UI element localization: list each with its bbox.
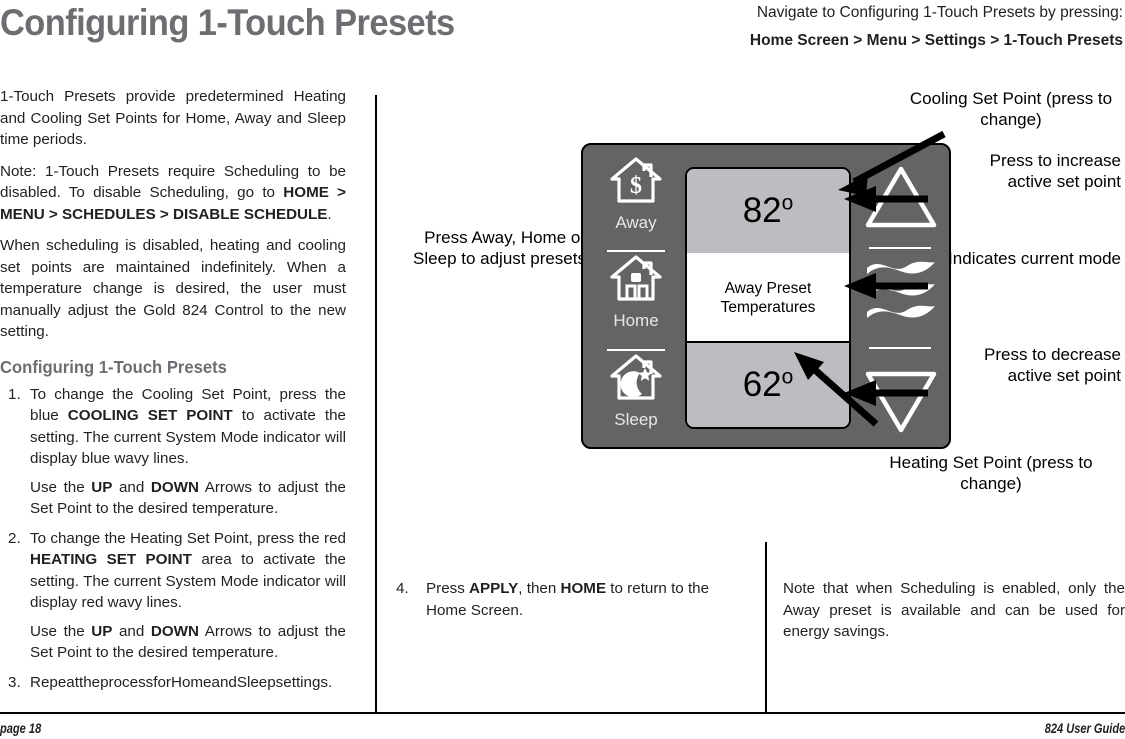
- step-number: 2.: [8, 529, 21, 547]
- thermostat-figure: Press Away, Home or Sleep to adjust pres…: [376, 62, 1125, 542]
- step-text-a: To change the Heating Set Point, press t…: [30, 529, 346, 547]
- footer-divider: [0, 712, 1125, 715]
- callout-increase-set-point: Press to increase active set point: [989, 151, 1121, 191]
- step4-b: , then: [518, 580, 561, 597]
- preset-label-away: Away: [615, 213, 657, 232]
- page-title: Configuring 1-Touch Presets: [0, 2, 455, 43]
- substep-a: Use the: [30, 478, 92, 496]
- degree-symbol: o: [781, 365, 794, 389]
- preset-button-sleep[interactable]: Sleep: [591, 352, 681, 429]
- heating-temp-number: 62: [742, 365, 782, 404]
- display-label-text: Away Preset Temperatures: [721, 279, 816, 317]
- section-heading: Configuring 1-Touch Presets: [0, 356, 227, 377]
- footer-page-number: page 18: [0, 721, 42, 736]
- degree-symbol: o: [781, 191, 794, 215]
- page-root: Configuring 1-Touch Presets Navigate to …: [0, 0, 1125, 739]
- step-substep: Use the UP and DOWN Arrows to adjust the…: [30, 621, 346, 664]
- preset-divider: [607, 349, 665, 351]
- list-item: 2. To change the Heating Set Point, pres…: [0, 528, 346, 664]
- preset-label-home: Home: [613, 311, 659, 330]
- callout-current-mode: Indicates current mode: [948, 249, 1121, 268]
- cooling-set-point-value: 82o: [743, 191, 794, 231]
- step-number: 3.: [8, 673, 21, 691]
- callout-heating-set-point: Heating Set Point (press to change): [889, 453, 1093, 493]
- display-label-line1: Away Preset: [724, 280, 812, 297]
- substep-bold-down: DOWN: [150, 622, 199, 640]
- step4-bold-apply: APPLY: [469, 580, 519, 597]
- note-suffix: .: [327, 205, 332, 223]
- callout-cooling-set-point: Cooling Set Point (press to change): [909, 89, 1113, 129]
- callout-press-preset: Press Away, Home or Sleep to adjust pres…: [413, 228, 586, 268]
- substep-bold-up: UP: [91, 478, 113, 496]
- heating-set-point-panel[interactable]: 62o: [687, 341, 849, 427]
- step-substep: Use the UP and DOWN Arrows to adjust the…: [30, 477, 346, 520]
- callout-decrease-set-point: Press to decrease active set point: [983, 345, 1121, 385]
- house-dollar-icon: $: [610, 157, 662, 203]
- triangle-down-icon[interactable]: [859, 354, 943, 444]
- navigation-breadcrumb: Home Screen > Menu > Settings > 1-Touch …: [749, 32, 1123, 49]
- steps-list: 1. To change the Cooling Set Point, pres…: [0, 384, 346, 694]
- list-item: 3. RepeattheprocessforHomeandSleepsettin…: [0, 672, 346, 694]
- scheduling-paragraph: When scheduling is disabled, heating and…: [0, 237, 346, 340]
- display-label-line2: Temperatures: [720, 299, 816, 316]
- thermostat-device: $ Away Home Sleep 82o Away Preset Temper…: [581, 143, 951, 449]
- page-header: Configuring 1-Touch Presets Navigate to …: [0, 0, 1125, 62]
- step-4-text: Press APPLY, then HOME to return to the …: [426, 578, 736, 621]
- preset-divider: [607, 250, 665, 252]
- preset-rail: $ Away Home Sleep: [591, 149, 681, 445]
- preset-button-home[interactable]: Home: [591, 253, 681, 330]
- cooling-set-point-panel[interactable]: 82o: [687, 169, 849, 255]
- svg-text:$: $: [630, 173, 642, 199]
- step-text: RepeattheprocessforHomeandSleepsettings.: [30, 673, 333, 691]
- step-number: 1.: [8, 385, 21, 403]
- list-item: 1. To change the Cooling Set Point, pres…: [0, 384, 346, 520]
- substep-b: and: [112, 478, 151, 496]
- cooling-temp-number: 82: [742, 191, 782, 230]
- substep-bold-down: DOWN: [150, 478, 199, 496]
- footer-guide-title: 824 User Guide: [1044, 721, 1125, 736]
- column-divider-bottom: [765, 542, 767, 712]
- house-icon: [610, 255, 662, 301]
- house-moon-star-icon: [610, 354, 662, 400]
- navigation-hint: Navigate to Configuring 1-Touch Presets …: [756, 4, 1123, 21]
- intro-paragraph: 1-Touch Presets provide predetermined He…: [0, 88, 346, 148]
- wavy-lines-icon: [867, 261, 935, 318]
- display-label: Away Preset Temperatures: [687, 253, 849, 343]
- note-paragraph: Note: 1-Touch Presets require Scheduling…: [0, 161, 346, 226]
- heating-set-point-value: 62o: [743, 365, 794, 405]
- triangle-up-icon[interactable]: [859, 155, 943, 245]
- control-divider: [869, 347, 931, 350]
- bottom-note: Note that when Scheduling is enabled, on…: [783, 580, 1125, 640]
- step-bold-a: COOLING SET POINT: [67, 407, 233, 424]
- preset-button-away[interactable]: $ Away: [591, 155, 681, 232]
- control-divider: [869, 247, 931, 250]
- step-4: 4. Press APPLY, then HOME to return to t…: [396, 578, 736, 621]
- step-bold-a: HEATING SET POINT: [30, 551, 192, 568]
- step-number: 4.: [396, 580, 409, 597]
- substep-bold-up: UP: [91, 622, 113, 640]
- thermostat-display: 82o Away Preset Temperatures 62o: [685, 167, 851, 429]
- step4-bold-home: HOME: [560, 580, 607, 597]
- step4-a: Press: [426, 580, 470, 597]
- left-text-column: 1-Touch Presets provide predetermined He…: [0, 86, 346, 701]
- control-rail: [859, 149, 943, 445]
- substep-a: Use the: [30, 622, 92, 640]
- preset-label-sleep: Sleep: [614, 410, 658, 429]
- substep-b: and: [112, 622, 151, 640]
